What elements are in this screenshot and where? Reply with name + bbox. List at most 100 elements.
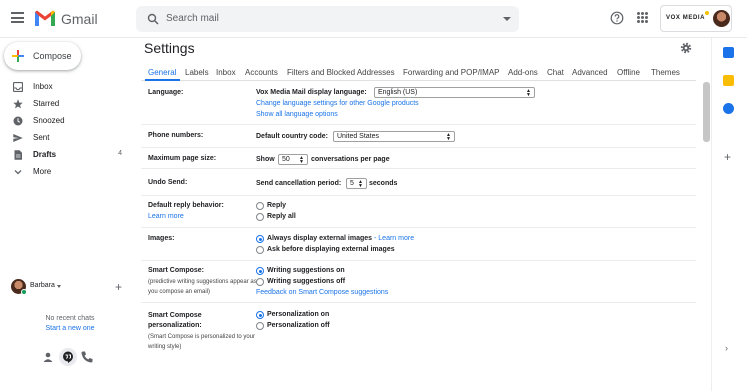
page-size-select[interactable]: 50 ▲ ▼ bbox=[278, 154, 308, 165]
tab-forwarding[interactable]: Forwarding and POP/IMAP bbox=[403, 68, 499, 77]
scrollbar[interactable] bbox=[703, 82, 710, 142]
tab-advanced[interactable]: Advanced bbox=[572, 68, 608, 77]
search-icon[interactable] bbox=[147, 13, 159, 25]
sidebar-item-starred[interactable]: Starred bbox=[0, 95, 128, 112]
page-size-suffix: conversations per page bbox=[311, 156, 390, 163]
tab-general[interactable]: General bbox=[148, 68, 176, 77]
plus-icon bbox=[12, 50, 24, 62]
smart-compose-feedback-link[interactable]: Feedback on Smart Compose suggestions bbox=[256, 289, 388, 296]
tab-addons[interactable]: Add-ons bbox=[508, 68, 538, 77]
app-name[interactable]: Gmail bbox=[61, 11, 98, 27]
reply-learn-more-link[interactable]: Learn more bbox=[148, 213, 184, 220]
always-display-radio[interactable] bbox=[256, 235, 264, 243]
compose-button[interactable]: Compose bbox=[4, 42, 81, 70]
new-chat-plus-icon[interactable]: + bbox=[115, 281, 122, 293]
search-input[interactable]: Search mail bbox=[166, 13, 219, 24]
setting-description: (Smart Compose is personalized to your w… bbox=[148, 334, 256, 350]
setting-label: Smart Compose personalization: bbox=[148, 312, 202, 329]
compose-label: Compose bbox=[33, 51, 72, 61]
help-icon[interactable] bbox=[610, 11, 624, 25]
images-learn-more-link[interactable]: - Learn more bbox=[374, 235, 414, 242]
country-code-label: Default country code: bbox=[256, 133, 328, 140]
setting-phone: Phone numbers: Default country code: Uni… bbox=[141, 125, 696, 148]
language-settings-link[interactable]: Change language settings for other Googl… bbox=[256, 100, 419, 107]
writing-suggestions-off-label: Writing suggestions off bbox=[267, 278, 346, 285]
tab-labels[interactable]: Labels bbox=[185, 68, 209, 77]
personalization-on-radio[interactable] bbox=[256, 311, 264, 319]
ask-before-radio[interactable] bbox=[256, 246, 264, 254]
calendar-icon[interactable] bbox=[723, 47, 734, 58]
tab-chat[interactable]: Chat bbox=[547, 68, 564, 77]
active-tab-indicator bbox=[145, 79, 180, 81]
sidebar-item-drafts[interactable]: Drafts 4 bbox=[0, 146, 128, 163]
setting-page-size: Maximum page size: Show 50 ▲ ▼ conversati… bbox=[141, 148, 696, 169]
gear-icon[interactable] bbox=[680, 42, 692, 54]
setting-default-reply: Default reply behavior: Learn more Reply… bbox=[141, 196, 696, 228]
select-arrows-icon: ▲ ▼ bbox=[446, 132, 451, 142]
personalization-off-radio[interactable] bbox=[256, 322, 264, 330]
undo-period-select[interactable]: 5 ▲ ▼ bbox=[346, 178, 367, 189]
phone-icon[interactable] bbox=[80, 350, 94, 364]
hangouts-user[interactable]: Barbara bbox=[11, 279, 126, 295]
select-arrows-icon: ▲ ▼ bbox=[299, 155, 304, 165]
start-new-chat-link[interactable]: Start a new one bbox=[0, 325, 140, 332]
select-arrows-icon: ▲ ▼ bbox=[526, 88, 531, 98]
display-language-label: Vox Media Mail display language: bbox=[256, 89, 367, 96]
country-code-select[interactable]: United States ▲ ▼ bbox=[333, 131, 455, 142]
tab-accounts[interactable]: Accounts bbox=[245, 68, 278, 77]
writing-suggestions-off-radio[interactable] bbox=[256, 278, 264, 286]
show-all-languages-link[interactable]: Show all language options bbox=[256, 111, 338, 118]
sidebar-item-sent[interactable]: Sent bbox=[0, 129, 128, 146]
sidebar-item-label: Sent bbox=[33, 133, 50, 142]
sidebar-item-inbox[interactable]: Inbox bbox=[0, 78, 128, 95]
keep-icon[interactable] bbox=[723, 75, 734, 86]
draft-icon bbox=[14, 150, 22, 160]
setting-label: Undo Send: bbox=[148, 179, 188, 186]
inbox-icon bbox=[13, 82, 23, 92]
avatar[interactable] bbox=[713, 10, 730, 27]
reply-all-radio[interactable] bbox=[256, 213, 264, 221]
setting-label: Language: bbox=[148, 89, 184, 96]
sidebar-item-snoozed[interactable]: Snoozed bbox=[0, 112, 128, 129]
account-switcher[interactable]: VOX MEDIA bbox=[660, 5, 732, 32]
tab-themes[interactable]: Themes bbox=[651, 68, 680, 77]
tab-offline[interactable]: Offline bbox=[617, 68, 640, 77]
gmail-logo-icon[interactable] bbox=[34, 9, 56, 27]
search-bar[interactable]: Search mail bbox=[136, 6, 519, 32]
undo-send-prefix: Send cancellation period: bbox=[256, 180, 342, 187]
chevron-right-icon[interactable]: › bbox=[725, 343, 728, 353]
setting-description: (predictive writing suggestions appear a… bbox=[148, 279, 257, 295]
no-chats-text: No recent chats bbox=[45, 315, 95, 322]
tab-filters[interactable]: Filters and Blocked Addresses bbox=[287, 68, 395, 77]
sidebar-item-more[interactable]: More bbox=[0, 163, 128, 180]
main-menu-icon[interactable] bbox=[11, 12, 24, 23]
send-icon bbox=[13, 134, 23, 142]
setting-label: Default reply behavior: bbox=[148, 202, 224, 209]
drafts-count: 4 bbox=[118, 150, 122, 157]
undo-send-suffix: seconds bbox=[369, 180, 398, 187]
tasks-icon[interactable] bbox=[723, 103, 734, 114]
reply-radio[interactable] bbox=[256, 202, 264, 210]
contacts-icon[interactable] bbox=[41, 350, 55, 364]
brand-star-icon bbox=[705, 11, 709, 15]
tab-inbox[interactable]: Inbox bbox=[216, 68, 236, 77]
get-addons-plus-icon[interactable]: + bbox=[724, 151, 731, 163]
search-options-icon[interactable] bbox=[503, 17, 511, 21]
hangouts-icon[interactable] bbox=[61, 350, 75, 364]
writing-suggestions-on-radio[interactable] bbox=[256, 267, 264, 275]
personalization-off-label: Personalization off bbox=[267, 322, 330, 329]
personalization-on-label: Personalization on bbox=[267, 311, 330, 318]
caret-down-icon[interactable] bbox=[57, 285, 61, 288]
google-apps-icon[interactable] bbox=[637, 12, 648, 23]
star-icon bbox=[13, 99, 23, 109]
sidebar-item-label: Snoozed bbox=[33, 116, 65, 125]
always-display-option: Always display external images - Learn m… bbox=[267, 235, 414, 242]
setting-smart-compose: Smart Compose: (predictive writing sugge… bbox=[141, 261, 696, 303]
online-status-icon bbox=[21, 289, 27, 295]
hangouts-footer bbox=[0, 348, 140, 366]
setting-label: Maximum page size: bbox=[148, 155, 217, 162]
sidebar-item-label: Starred bbox=[33, 99, 60, 108]
top-bar: Gmail Search mail VOX MEDIA bbox=[0, 0, 747, 38]
display-language-select[interactable]: English (US) ▲ ▼ bbox=[374, 87, 535, 98]
page-title: Settings bbox=[144, 40, 195, 56]
